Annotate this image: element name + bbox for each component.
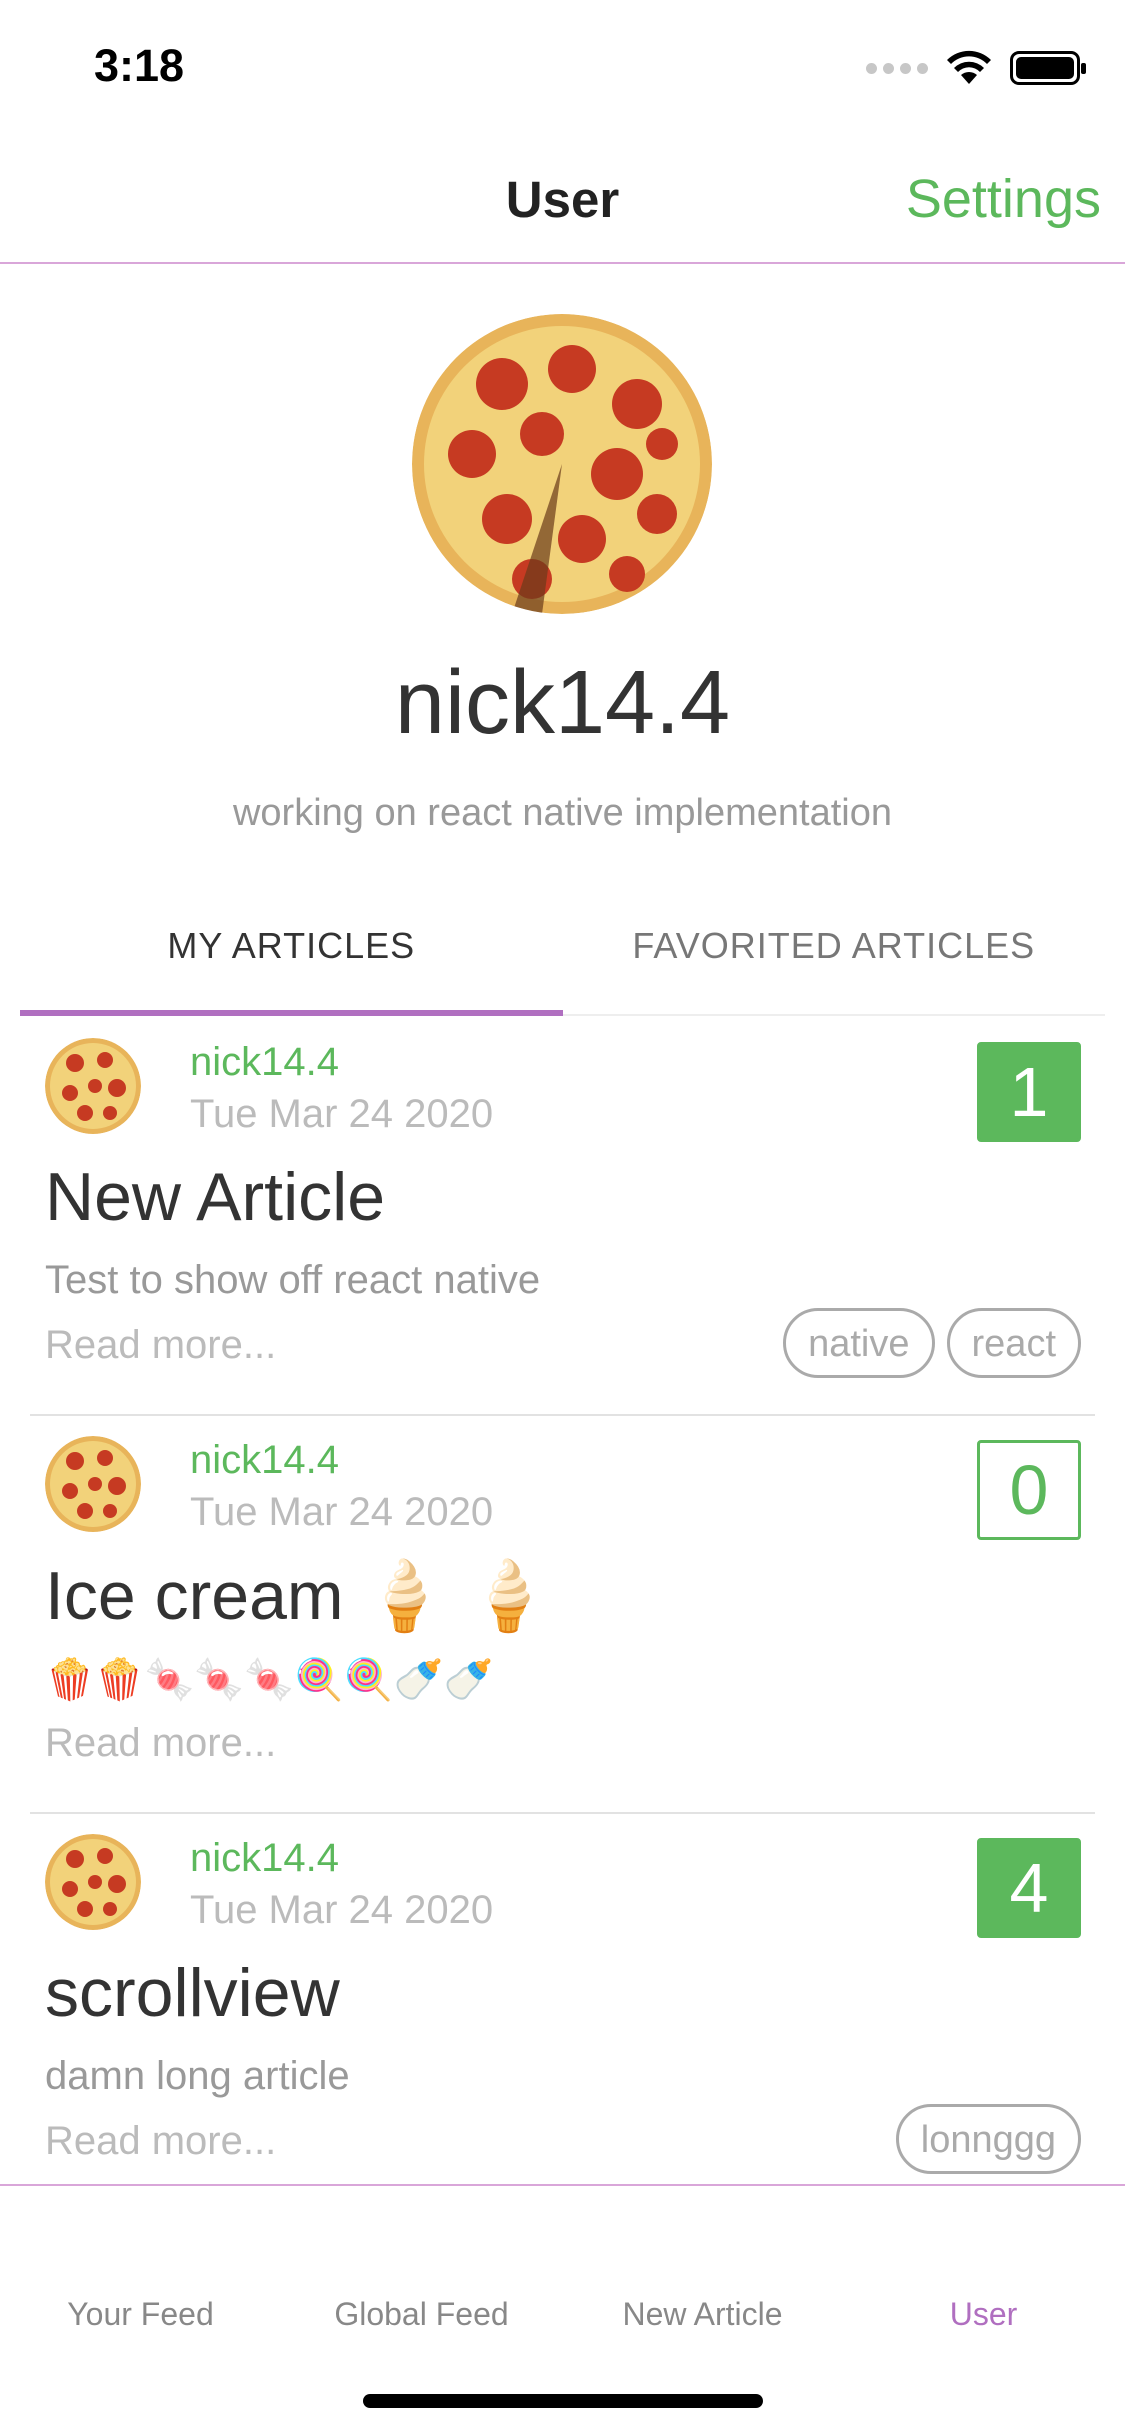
author-avatar[interactable] xyxy=(45,1436,141,1532)
tag-pill[interactable]: lonnggg xyxy=(895,2104,1081,2174)
article-title[interactable]: Ice cream 🍦 🍦 xyxy=(45,1556,551,1636)
avatar xyxy=(412,314,712,614)
tab-global-feed[interactable]: Global Feed xyxy=(281,2296,562,2333)
article-description: damn long article xyxy=(45,2054,350,2098)
article-tabs: MY ARTICLES FAVORITED ARTICLES xyxy=(20,880,1105,1016)
profile-bio: working on react native implementation xyxy=(232,792,892,834)
article-date: Tue Mar 24 2020 xyxy=(190,1092,494,1136)
status-time: 3:18 xyxy=(94,40,185,91)
favorite-button[interactable]: 1 xyxy=(977,1042,1081,1142)
article-card[interactable]: nick14.4 Tue Mar 24 2020 0 Ice cream 🍦 🍦… xyxy=(30,1416,1095,1814)
author-avatar[interactable] xyxy=(45,1834,141,1930)
battery-icon xyxy=(1010,51,1086,85)
wifi-icon xyxy=(947,50,991,84)
tag-list: native react xyxy=(783,1308,1081,1378)
article-author[interactable]: nick14.4 xyxy=(190,1438,339,1483)
tag-pill[interactable]: native xyxy=(783,1308,935,1378)
favorite-button[interactable]: 0 xyxy=(977,1440,1081,1540)
article-list[interactable]: nick14.4 Tue Mar 24 2020 1 New Article T… xyxy=(0,1018,1125,2184)
article-title[interactable]: scrollview xyxy=(45,1954,340,2032)
article-title[interactable]: New Article xyxy=(45,1158,385,1236)
status-icons xyxy=(866,50,1086,86)
article-card[interactable]: nick14.4 Tue Mar 24 2020 1 New Article T… xyxy=(30,1018,1095,1416)
tab-user[interactable]: User xyxy=(843,2296,1124,2333)
author-avatar[interactable] xyxy=(45,1038,141,1134)
tab-your-feed[interactable]: Your Feed xyxy=(0,2296,281,2333)
article-author[interactable]: nick14.4 xyxy=(190,1040,339,1085)
article-card[interactable]: nick14.4 Tue Mar 24 2020 4 scrollview da… xyxy=(30,1814,1095,2184)
article-description: 🍿🍿🍬🍬🍬🍭🍭🍼🍼 xyxy=(45,1658,494,1702)
read-more-link[interactable]: Read more... xyxy=(45,1323,276,1368)
profile-username: nick14.4 xyxy=(394,653,731,753)
article-date: Tue Mar 24 2020 xyxy=(190,1888,494,1932)
home-indicator[interactable] xyxy=(363,2394,763,2408)
read-more-link[interactable]: Read more... xyxy=(45,2119,276,2164)
read-more-link[interactable]: Read more... xyxy=(45,1721,276,1766)
settings-button[interactable]: Settings xyxy=(906,168,1101,230)
article-author[interactable]: nick14.4 xyxy=(190,1836,339,1881)
article-description: Test to show off react native xyxy=(45,1258,541,1302)
navigation-bar: User Settings xyxy=(0,132,1125,264)
pizza-avatar xyxy=(412,314,712,614)
signal-dots-icon xyxy=(866,62,928,74)
article-date: Tue Mar 24 2020 xyxy=(190,1490,494,1534)
status-bar: 3:18 xyxy=(0,0,1125,132)
tab-my-articles[interactable]: MY ARTICLES xyxy=(20,880,563,1016)
tab-favorited-articles[interactable]: FAVORITED ARTICLES xyxy=(563,880,1106,1014)
tab-new-article[interactable]: New Article xyxy=(562,2296,843,2333)
tag-pill[interactable]: react xyxy=(946,1308,1081,1378)
favorite-button[interactable]: 4 xyxy=(977,1838,1081,1938)
tag-list: lonnggg xyxy=(895,2104,1081,2174)
